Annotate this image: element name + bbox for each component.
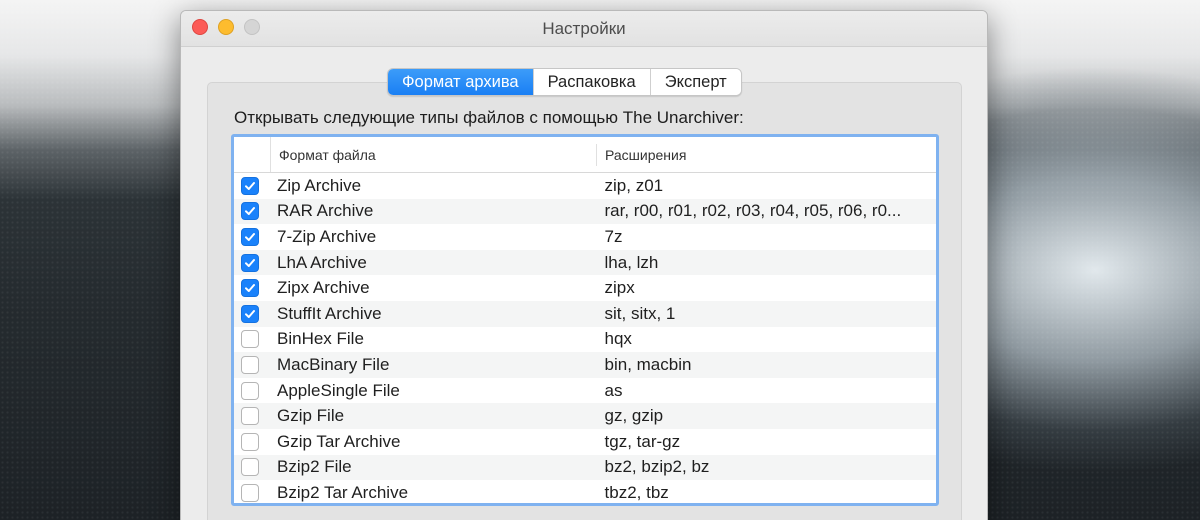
cell-extensions: tbz2, tbz	[604, 482, 669, 502]
cell-format: AppleSingle File	[277, 380, 400, 400]
file-types-table[interactable]: Формат файла Расширения Zip Archive zip, …	[231, 134, 939, 506]
cell-extensions: hqx	[604, 329, 632, 349]
row-checkbox[interactable]	[241, 227, 259, 246]
cell-extensions: gz, gzip	[604, 406, 664, 426]
table-row[interactable]: StuffIt Archive sit, sitx, 1	[234, 300, 936, 327]
cell-extensions: bz2, bzip2, bz	[604, 457, 710, 477]
row-checkbox[interactable]	[241, 202, 259, 221]
cell-format: StuffIt Archive	[277, 303, 382, 323]
checkmark-icon	[245, 258, 255, 267]
cell-format: Zipx Archive	[277, 278, 370, 298]
row-checkbox[interactable]	[241, 355, 259, 374]
table-row[interactable]: RAR Archive rar, r00, r01, r02, r03, r04,…	[234, 198, 936, 225]
cell-extensions: as	[604, 380, 623, 400]
table-row[interactable]: Bzip2 Tar Archive tbz2, tbz	[234, 480, 936, 503]
row-checkbox[interactable]	[241, 304, 259, 323]
tab-expert[interactable]: Эксперт	[649, 69, 741, 95]
title-bar[interactable]: Настройки	[181, 11, 987, 47]
table-row[interactable]: MacBinary File bin, macbin	[234, 352, 936, 378]
cell-extensions: bin, macbin	[604, 354, 692, 374]
table-row[interactable]: Zip Archive zip, z01	[234, 173, 936, 199]
checkmark-icon	[245, 284, 255, 293]
cell-format: Zip Archive	[277, 175, 362, 195]
table-row[interactable]: Gzip Tar Archive tgz, tar-gz	[234, 429, 936, 455]
cell-extensions: lha, lzh	[604, 252, 659, 272]
row-checkbox[interactable]	[241, 253, 259, 272]
cell-format: Gzip File	[277, 406, 345, 426]
cell-format: MacBinary File	[277, 354, 390, 374]
header-extensions[interactable]: Расширения	[597, 147, 686, 163]
cell-format: LhA Archive	[277, 252, 367, 272]
cell-extensions: zip, z01	[604, 175, 664, 195]
table-row[interactable]: 7-Zip Archive 7z	[234, 224, 936, 250]
cell-format: RAR Archive	[277, 201, 374, 221]
cell-extensions: zipx	[604, 278, 635, 298]
cell-format: Bzip2 File	[277, 457, 352, 477]
row-checkbox[interactable]	[241, 176, 259, 195]
cell-extensions: 7z	[604, 226, 623, 246]
table-row[interactable]: Bzip2 File bz2, bzip2, bz	[234, 454, 936, 481]
table-row[interactable]: Gzip File gz, gzip	[234, 403, 936, 429]
tab-archive-format[interactable]: Формат архива	[388, 69, 533, 95]
row-checkbox[interactable]	[241, 279, 259, 298]
row-checkbox[interactable]	[241, 407, 259, 426]
checkmark-icon	[245, 309, 255, 318]
checkmark-icon	[245, 232, 255, 241]
table-row[interactable]: BinHex File hqx	[234, 327, 936, 353]
table-row[interactable]: AppleSingle File as	[234, 378, 936, 404]
table-row[interactable]: LhA Archive lha, lzh	[234, 249, 936, 276]
header-checkbox-column[interactable]	[234, 137, 271, 172]
window-title: Настройки	[542, 19, 626, 38]
cell-extensions: rar, r00, r01, r02, r03, r04, r05, r06, …	[604, 201, 902, 221]
row-checkbox[interactable]	[241, 330, 259, 349]
tab-bar: Формат архива Распаковка Эксперт	[387, 68, 742, 96]
checkmark-icon	[245, 181, 255, 190]
header-format[interactable]: Формат файла	[271, 143, 597, 166]
table-row[interactable]: Zipx Archive zipx	[234, 275, 936, 301]
table-body: Zip Archive zip, z01 RAR Archive rar, r00, …	[234, 173, 936, 503]
cell-format: Gzip Tar Archive	[277, 431, 401, 451]
cell-format: BinHex File	[277, 329, 364, 349]
row-checkbox[interactable]	[241, 458, 259, 477]
cell-format: Bzip2 Tar Archive	[277, 482, 409, 502]
preferences-window: Настройки Формат архива Распаковка Экспе…	[180, 10, 988, 520]
checkmark-icon	[245, 207, 255, 216]
cell-format: 7-Zip Archive	[277, 226, 377, 246]
cell-extensions: sit, sitx, 1	[604, 303, 676, 323]
row-checkbox[interactable]	[241, 483, 259, 502]
row-checkbox[interactable]	[241, 381, 259, 400]
table-header: Формат файла Расширения	[234, 137, 936, 173]
cell-extensions: tgz, tar-gz	[604, 431, 681, 451]
tab-extraction[interactable]: Распаковка	[532, 69, 650, 95]
row-checkbox[interactable]	[241, 432, 259, 451]
file-types-caption: Открывать следующие типы файлов с помощь…	[234, 108, 744, 127]
